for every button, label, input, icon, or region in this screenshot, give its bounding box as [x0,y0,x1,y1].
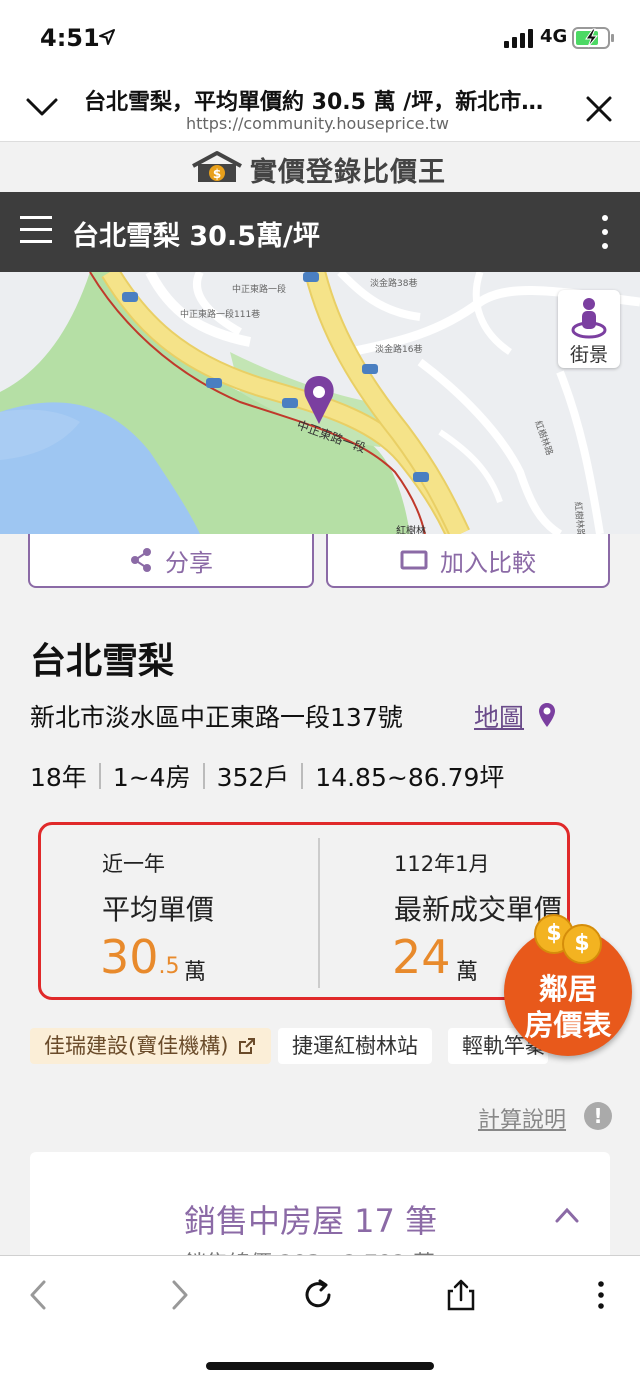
latest-price-period: 112年1月 [394,852,490,876]
neighbor-price-badge[interactable]: $ $ 鄰居 房價表 [504,914,634,1058]
chevron-up-icon[interactable] [554,1206,580,1224]
spec-households: 352戶 [216,763,290,792]
avg-price-int: 30 [100,930,159,984]
forward-arrow-icon[interactable] [162,1278,196,1312]
back-arrow-icon[interactable] [22,1278,56,1312]
coin-icon: $ [562,924,602,964]
latest-price-int: 24 [392,930,451,984]
page-title: 台北雪梨，平均單價約 30.5 萬 /坪，新北市… [84,90,544,115]
spec-age: 18年 [30,763,87,792]
cell-signal-icon [504,29,533,48]
home-indicator[interactable] [206,1362,434,1370]
streetview-label: 街景 [569,344,608,366]
status-bar: 4:51 4G [0,0,640,72]
spec-area: 14.85~86.79坪 [315,763,505,792]
spec-divider [98,763,101,789]
for-sale-card[interactable]: 銷售中房屋 17 筆 銷售總價 293～2,792 萬 [30,1152,610,1262]
hamburger-menu-icon[interactable] [20,216,52,246]
spec-rooms: 1~4房 [112,763,191,792]
location-map[interactable]: 中正東路一段 淡金路38巷 中正東路一段111巷 淡金路16巷 紅樹林路 紅樹林… [0,272,640,534]
spec-divider [301,763,304,789]
battery-charging-icon [572,27,614,49]
avg-price-period: 近一年 [102,852,165,876]
tag-builder[interactable]: 佳瑞建設(寶佳機構) [30,1028,272,1064]
tag-mrt-station[interactable]: 捷運紅樹林站 [278,1028,432,1064]
more-options-icon[interactable] [598,212,612,252]
app-title-bar: 台北雪梨 30.5萬/坪 [0,192,640,272]
community-address: 新北市淡水區中正東路一段137號 [30,703,403,732]
compare-box-icon [400,550,428,570]
latest-price-unit: 萬 [456,960,479,985]
avg-price-unit: 萬 [184,960,207,985]
external-link-icon [239,1038,256,1054]
site-logo-text[interactable]: 實價登錄比價王 [250,150,446,189]
browser-header: 台北雪梨，平均單價約 30.5 萬 /坪，新北市… https://commun… [0,72,640,142]
map-road-label: 淡金路16巷 [375,343,422,355]
chevron-down-icon[interactable] [22,92,62,122]
avg-price-label: 平均單價 [102,893,215,926]
map-road-label: 紅樹林 [396,524,426,534]
tag-builder-label: 佳瑞建設(寶佳機構) [44,1034,229,1058]
page-url: https://community.houseprice.tw [186,114,449,133]
spec-divider [202,763,205,789]
more-vertical-icon[interactable] [584,1278,618,1312]
house-dollar-logo-icon: $ [192,151,242,182]
share-button[interactable]: 分享 [28,534,314,588]
streetview-person-icon [571,298,607,339]
status-time: 4:51 [40,24,100,52]
map-road-label: 中正東路一段111巷 [180,308,260,320]
price-divider [318,838,320,988]
community-specs: 18年 1~4房 352戶 14.85~86.79坪 [30,758,504,794]
network-type: 4G [540,26,568,47]
svg-text:$: $ [213,167,221,181]
map-canvas: 中正東路一段 淡金路38巷 中正東路一段111巷 淡金路16巷 紅樹林路 紅樹林… [0,272,640,534]
compare-label: 加入比較 [440,548,536,577]
avg-price-value: 30.5 [100,930,180,984]
action-buttons: 分享 加入比較 [28,534,612,590]
reload-icon[interactable] [302,1278,336,1312]
share-label: 分享 [165,548,213,577]
browser-toolbar [0,1255,640,1385]
map-pin-icon[interactable] [538,702,556,728]
info-exclamation-icon[interactable]: ! [584,1102,612,1130]
community-title: 台北雪梨 30.5萬/坪 [72,221,320,252]
share-icon [131,548,151,572]
close-icon[interactable] [582,92,616,126]
share-sheet-icon[interactable] [444,1278,478,1312]
add-compare-button[interactable]: 加入比較 [326,534,610,588]
map-road-label: 淡金路38巷 [370,277,417,289]
for-sale-title: 銷售中房屋 17 筆 [184,1202,438,1240]
location-arrow-icon [99,29,115,45]
latest-price-value: 24 [392,930,451,984]
site-logo-bar: $ 實價登錄比價王 [0,142,640,192]
avg-price-dec: .5 [158,954,180,979]
community-name: 台北雪梨 [30,641,175,682]
calculation-note-link[interactable]: 計算說明 [478,1102,566,1134]
badge-line2: 房價表 [524,1008,612,1042]
streetview-button[interactable]: 街景 [558,290,620,368]
map-link[interactable]: 地圖 [474,698,524,734]
map-road-label: 中正東路一段 [232,283,286,295]
